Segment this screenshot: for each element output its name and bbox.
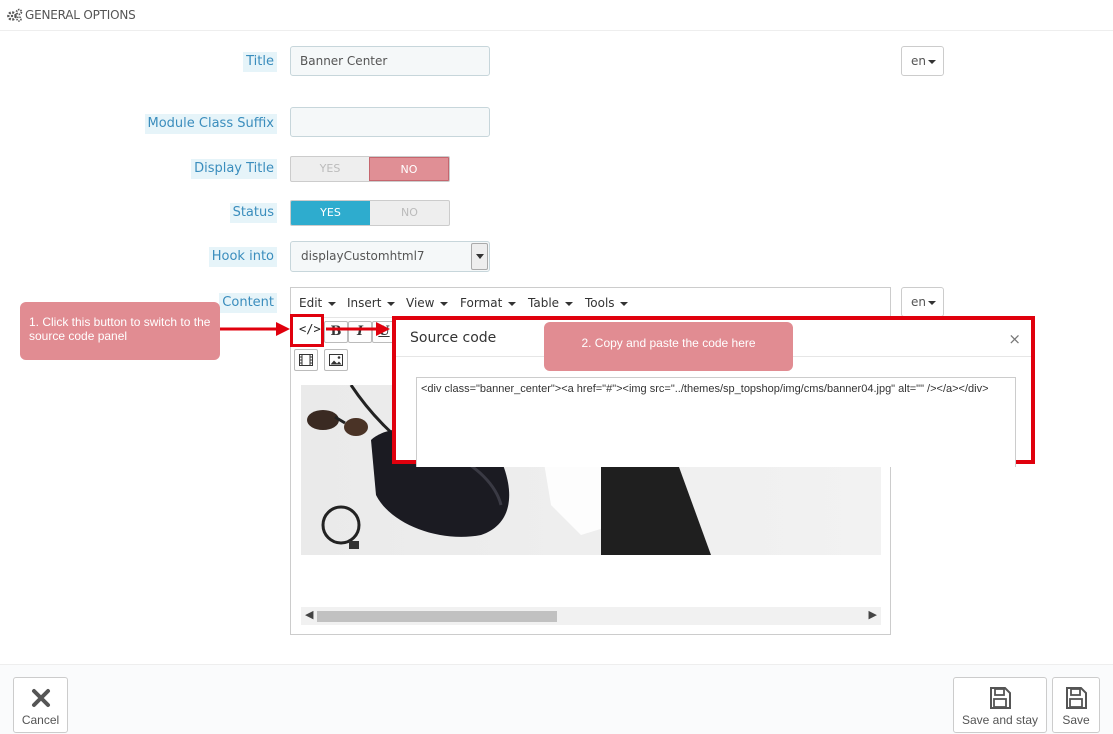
floppy-disk-icon	[1066, 687, 1087, 709]
cancel-button[interactable]: Cancel	[13, 677, 68, 733]
menu-table[interactable]: Table	[528, 296, 573, 310]
panel-title: GENERAL OPTIONS	[25, 8, 136, 22]
film-icon	[299, 354, 313, 366]
menu-view[interactable]: View	[406, 296, 449, 310]
menu-tools[interactable]: Tools	[585, 296, 629, 310]
module-class-suffix-label: Module Class Suffix	[144, 114, 277, 134]
cancel-label: Cancel	[21, 713, 60, 727]
instruction-note-2: 2. Copy and paste the code here	[544, 322, 793, 371]
source-code-textarea[interactable]: <div class="banner_center"><a href="#"><…	[416, 377, 1016, 467]
content-label: Content	[219, 293, 277, 313]
display-title-switch[interactable]: YES NO	[290, 156, 450, 182]
image-icon	[329, 354, 343, 366]
scroll-left-icon[interactable]: ◀	[305, 608, 313, 621]
horizontal-scrollbar[interactable]: ◀ ▶	[301, 607, 881, 625]
display-title-label: Display Title	[191, 159, 277, 179]
save-and-stay-label: Save and stay	[961, 713, 1039, 727]
cogs-icon	[7, 8, 23, 22]
floppy-disk-icon	[990, 687, 1011, 709]
caret-down-icon	[928, 59, 936, 64]
status-switch[interactable]: YES NO	[290, 200, 450, 226]
content-language-dropdown[interactable]: en	[901, 287, 944, 317]
insert-video-button[interactable]	[294, 349, 318, 371]
hook-into-label: Hook into	[208, 247, 277, 267]
menu-format[interactable]: Format	[460, 296, 517, 310]
title-label: Title	[243, 52, 277, 72]
close-icon	[31, 689, 50, 707]
panel-footer: Cancel Save and stay Save	[0, 664, 1113, 734]
annotation-arrows	[220, 322, 390, 336]
status-no[interactable]: NO	[370, 201, 449, 225]
select-arrow-icon	[471, 243, 488, 270]
language-code: en	[911, 295, 926, 309]
save-label: Save	[1062, 713, 1090, 727]
close-icon[interactable]: ×	[1008, 330, 1021, 348]
editor-menubar: Edit Insert View Format Table Tools	[291, 288, 890, 318]
dialog-title: Source code	[410, 330, 497, 346]
language-code: en	[911, 54, 926, 68]
display-title-no[interactable]: NO	[369, 157, 449, 181]
caret-down-icon	[928, 300, 936, 305]
display-title-yes[interactable]: YES	[291, 157, 369, 181]
module-class-suffix-input[interactable]	[290, 107, 490, 137]
save-and-stay-button[interactable]: Save and stay	[953, 677, 1047, 733]
hook-into-select[interactable]: displayCustomhtml7	[290, 241, 490, 272]
save-button[interactable]: Save	[1052, 677, 1100, 733]
menu-edit[interactable]: Edit	[299, 296, 337, 310]
insert-image-button[interactable]	[324, 349, 348, 371]
scrollbar-thumb[interactable]	[317, 611, 557, 622]
status-yes[interactable]: YES	[291, 201, 370, 225]
instruction-note-1: 1. Click this button to switch to the so…	[20, 302, 220, 360]
panel-heading: GENERAL OPTIONS	[0, 0, 1113, 31]
title-language-dropdown[interactable]: en	[901, 46, 944, 76]
scroll-right-icon[interactable]: ▶	[869, 608, 877, 621]
status-label: Status	[229, 203, 277, 223]
menu-insert[interactable]: Insert	[347, 296, 396, 310]
hook-into-value: displayCustomhtml7	[301, 249, 425, 263]
title-input[interactable]: Banner Center	[290, 46, 490, 76]
